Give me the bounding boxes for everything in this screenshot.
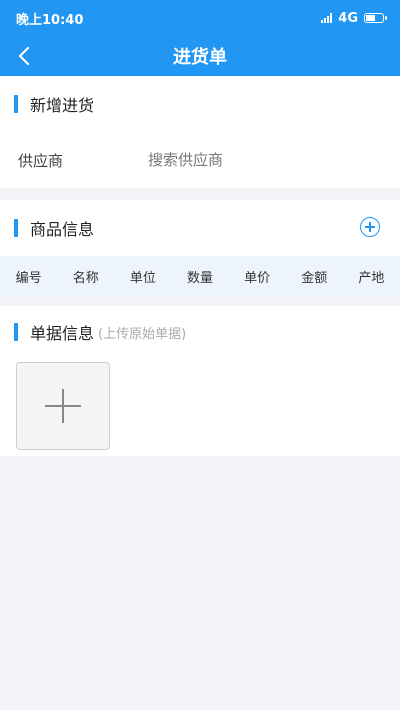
supplier-label: 供应商: [18, 151, 64, 170]
status-time: 晚上10:40: [16, 12, 84, 28]
column-header: 产地: [358, 270, 385, 286]
supplier-search-input[interactable]: [148, 151, 382, 169]
section-marker: [14, 219, 18, 237]
status-icons: 4G: [321, 10, 387, 26]
section-title: 商品信息: [30, 220, 95, 239]
section-marker: [14, 323, 18, 341]
section-marker: [14, 95, 18, 113]
page-title: 进货单: [173, 47, 227, 68]
signal-icon: [321, 13, 333, 23]
battery-icon: [364, 13, 387, 23]
goods-header: 商品信息: [0, 200, 400, 256]
receipt-header: 单据信息 (上传原始单据): [0, 306, 400, 358]
column-header: 数量: [186, 270, 213, 286]
new-purchase-header: 新增进货: [0, 76, 400, 132]
column-header: 名称: [72, 270, 99, 286]
upload-receipt-button[interactable]: [16, 362, 110, 450]
section-title: 新增进货: [30, 96, 95, 115]
add-goods-button[interactable]: [360, 217, 380, 237]
navbar: 进货单: [0, 36, 400, 76]
column-header: 金额: [301, 270, 328, 286]
column-header: 单位: [129, 270, 156, 286]
goods-table-header: 编号 名称 单位 数量 单价 金额 产地: [0, 256, 400, 296]
supplier-row: 供应商: [0, 132, 400, 188]
upload-hint: (上传原始单据): [98, 326, 187, 342]
back-button[interactable]: [12, 36, 36, 76]
app-header: 晚上10:40 4G 进货单: [0, 0, 400, 76]
chevron-left-icon: [18, 46, 30, 66]
status-bar: 晚上10:40 4G: [0, 0, 400, 36]
goods-section: 商品信息 编号 名称 单位 数量 单价 金额 产地: [0, 200, 400, 296]
receipt-section: 单据信息 (上传原始单据): [0, 306, 400, 456]
column-header: 编号: [15, 270, 42, 286]
section-title: 单据信息: [30, 324, 95, 343]
network-type: 4G: [338, 10, 358, 26]
new-purchase-section: 新增进货 供应商: [0, 76, 400, 188]
column-header: 单价: [244, 270, 271, 286]
